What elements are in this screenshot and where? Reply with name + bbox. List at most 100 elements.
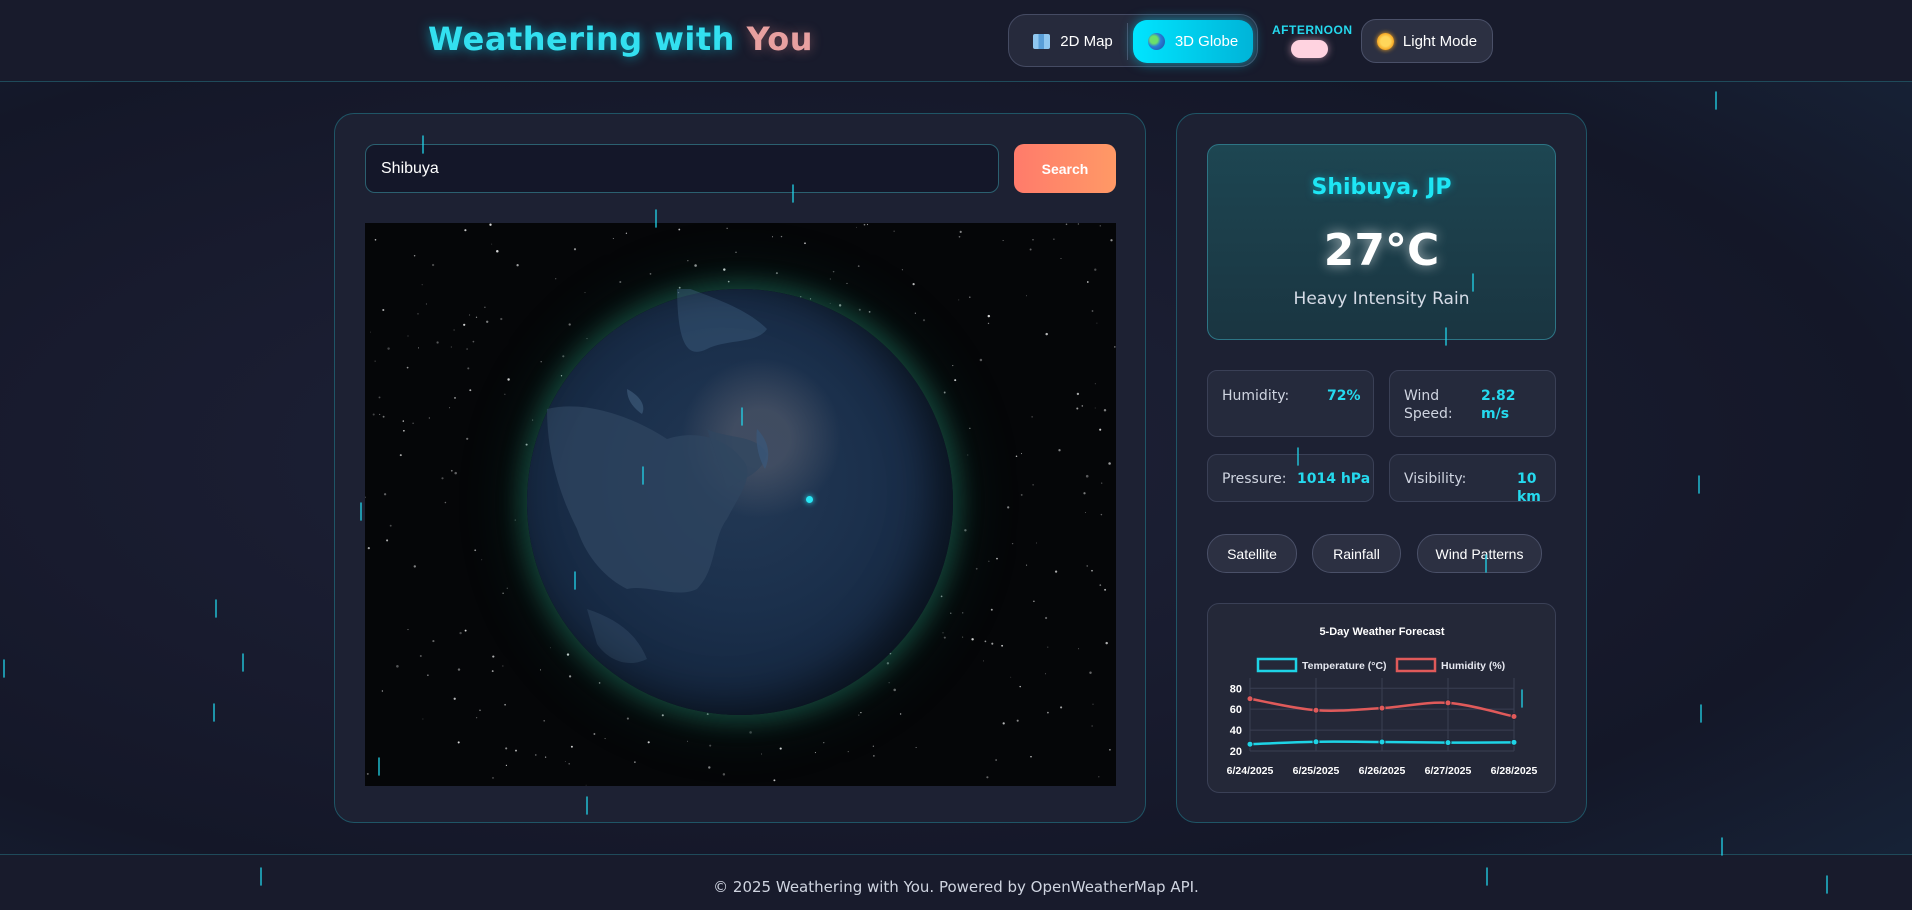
- star: [374, 360, 376, 362]
- star: [564, 761, 566, 762]
- star: [1099, 584, 1102, 586]
- star: [857, 265, 860, 267]
- map-icon: [1033, 34, 1051, 49]
- star: [991, 642, 994, 645]
- wind-patterns-layer-button[interactable]: Wind Patterns: [1417, 534, 1542, 573]
- star: [573, 248, 577, 251]
- data-point[interactable]: [1510, 713, 1518, 720]
- data-point[interactable]: [1510, 738, 1518, 746]
- star: [954, 379, 957, 382]
- app-title: Weathering with You: [428, 20, 813, 58]
- satellite-layer-button[interactable]: Satellite: [1207, 534, 1297, 573]
- star: [1076, 407, 1079, 410]
- sun-icon: [1376, 32, 1394, 50]
- star: [1083, 492, 1086, 495]
- forecast-chart-card: 5-Day Weather Forecast Temperature (°C) Hu…: [1207, 603, 1556, 793]
- star: [475, 316, 478, 318]
- light-mode-button[interactable]: Light Mode: [1361, 19, 1493, 63]
- star: [612, 238, 614, 239]
- star: [979, 358, 983, 362]
- star: [1032, 239, 1034, 241]
- star: [1092, 703, 1094, 705]
- star: [432, 640, 435, 643]
- star: [856, 226, 857, 228]
- star: [382, 308, 385, 312]
- star: [412, 422, 414, 424]
- star: [479, 709, 481, 712]
- visibility-value: 10 km: [1517, 471, 1541, 505]
- chart-title: 5-Day Weather Forecast: [1319, 626, 1444, 638]
- star: [1103, 408, 1107, 412]
- footer-text: © 2025 Weathering with You. Powered by O…: [713, 878, 1199, 896]
- star: [988, 560, 990, 562]
- star: [372, 413, 375, 416]
- star: [413, 565, 416, 568]
- data-point[interactable]: [1444, 699, 1452, 707]
- legend-label[interactable]: Humidity (%): [1441, 660, 1505, 672]
- globe-icon: [1147, 33, 1165, 50]
- star: [1015, 455, 1018, 457]
- star: [983, 660, 984, 662]
- star: [1065, 223, 1068, 226]
- temperature-value: 27°C: [1323, 225, 1440, 276]
- 2d-map-label: 2D Map: [1060, 33, 1113, 50]
- data-point[interactable]: [1246, 740, 1254, 748]
- star: [544, 756, 547, 758]
- star: [1091, 725, 1093, 727]
- star: [454, 471, 457, 475]
- wind-value-line1: 2.82: [1481, 388, 1516, 404]
- star: [722, 773, 726, 776]
- star: [987, 322, 990, 325]
- star: [962, 612, 964, 614]
- 3d-globe-view[interactable]: [365, 223, 1116, 786]
- rainfall-layer-button[interactable]: Rainfall: [1312, 534, 1401, 573]
- star: [568, 763, 570, 765]
- star: [1114, 346, 1116, 348]
- star: [1109, 748, 1111, 751]
- star: [1077, 223, 1080, 225]
- 2d-map-button[interactable]: 2D Map: [1021, 20, 1125, 63]
- data-point[interactable]: [1312, 706, 1320, 714]
- star: [514, 519, 516, 521]
- star: [990, 608, 993, 611]
- search-button[interactable]: Search: [1014, 144, 1116, 193]
- star: [535, 754, 537, 756]
- pressure-value: 1014 hPa: [1297, 471, 1371, 487]
- star: [369, 331, 371, 333]
- star: [387, 347, 390, 350]
- star: [984, 640, 987, 643]
- star: [1108, 462, 1111, 465]
- legend-label[interactable]: Temperature (°C): [1302, 660, 1387, 672]
- star: [422, 718, 424, 720]
- star: [449, 407, 451, 409]
- star: [402, 420, 405, 422]
- 3d-globe-button[interactable]: 3D Globe: [1133, 20, 1253, 63]
- star: [441, 477, 444, 480]
- legend-swatch[interactable]: [1395, 657, 1437, 673]
- star: [1020, 453, 1023, 455]
- app-header: Weathering with You 2D Map 3D Globe AFTE…: [0, 0, 1912, 82]
- legend-swatch[interactable]: [1256, 657, 1298, 673]
- star: [872, 745, 874, 747]
- location-marker[interactable]: [806, 496, 813, 503]
- x-tick-label: 6/25/2025: [1293, 765, 1340, 777]
- data-point[interactable]: [1246, 695, 1254, 703]
- star: [1100, 513, 1103, 516]
- data-point[interactable]: [1378, 738, 1386, 746]
- star: [367, 547, 370, 550]
- star: [502, 592, 504, 594]
- star: [1002, 240, 1004, 241]
- star: [466, 348, 468, 350]
- time-of-day-toggle[interactable]: [1291, 40, 1328, 58]
- visibility-label: Visibility:: [1404, 471, 1467, 487]
- view-toggle-divider: [1127, 23, 1128, 60]
- star: [593, 733, 596, 735]
- data-point[interactable]: [1444, 739, 1452, 747]
- earth-globe[interactable]: [527, 289, 953, 715]
- star: [846, 282, 848, 284]
- star: [967, 454, 969, 456]
- search-input[interactable]: [365, 144, 999, 193]
- data-point[interactable]: [1312, 738, 1320, 746]
- current-weather-card: Shibuya, JP 27°C Heavy Intensity Rain: [1207, 144, 1556, 340]
- data-point[interactable]: [1378, 704, 1386, 712]
